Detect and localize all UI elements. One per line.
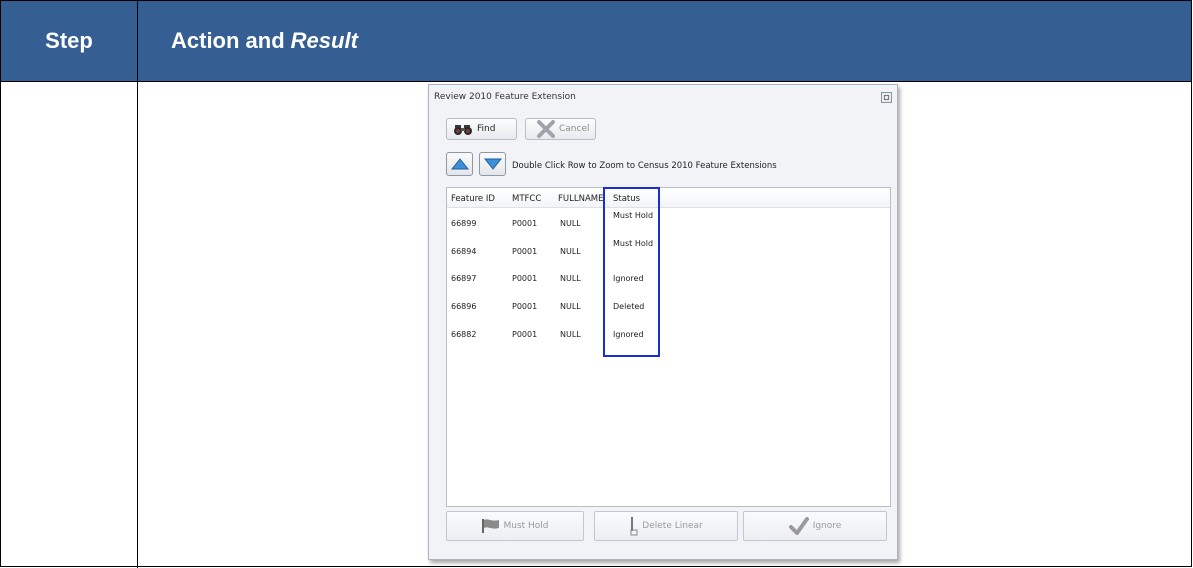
table-row[interactable]: 66896 P0001 NULL Deleted <box>447 293 890 321</box>
header-action-text: Action and <box>171 28 285 53</box>
delete-line-icon <box>630 517 638 536</box>
find-label: Find <box>477 124 496 134</box>
table-row[interactable]: 66894 P0001 NULL Must Hold <box>447 237 890 265</box>
x-icon <box>537 120 555 138</box>
must-hold-label: Must Hold <box>503 521 549 531</box>
fullname-cell: NULL <box>560 302 581 311</box>
header-divider <box>1 81 1191 82</box>
column-header-mtfcc[interactable]: MTFCC <box>512 194 541 204</box>
triangle-down-icon <box>483 158 502 170</box>
binoculars-icon <box>454 125 472 135</box>
table-header: Step Action and Result <box>1 1 1191 81</box>
delete-linear-button[interactable]: Delete Linear <box>594 511 738 541</box>
ignore-label: Ignore <box>812 521 842 531</box>
grid-header: Feature ID MTFCC FULLNAME Status <box>447 188 890 208</box>
checkmark-icon <box>788 517 809 535</box>
table-row[interactable]: 66897 P0001 NULL Ignored <box>447 265 890 293</box>
move-down-button[interactable] <box>479 152 506 176</box>
fullname-cell: NULL <box>560 274 581 283</box>
mtfcc-cell: P0001 <box>512 330 538 339</box>
mtfcc-cell: P0001 <box>512 247 538 256</box>
header-action: Action and Result <box>171 1 358 81</box>
ignore-button[interactable]: Ignore <box>743 511 887 541</box>
feature-id-cell: 66894 <box>451 247 477 256</box>
feature-id-cell: 66882 <box>451 330 477 339</box>
fullname-cell: NULL <box>560 219 581 228</box>
header-result-text: Result <box>290 28 358 53</box>
zoom-hint: Double Click Row to Zoom to Census 2010 … <box>512 161 777 171</box>
restore-icon[interactable] <box>881 92 892 103</box>
column-header-feature-id[interactable]: Feature ID <box>451 194 495 204</box>
review-feature-extension-dialog: Review 2010 Feature Extension Find Cance… <box>428 84 898 560</box>
mtfcc-cell: P0001 <box>512 219 538 228</box>
feature-id-cell: 66896 <box>451 302 477 311</box>
dialog-title: Review 2010 Feature Extension <box>434 92 576 102</box>
column-divider <box>137 81 138 568</box>
triangle-up-icon <box>450 158 469 170</box>
find-button[interactable]: Find <box>446 118 517 140</box>
feature-id-cell: 66899 <box>451 219 477 228</box>
feature-id-cell: 66897 <box>451 274 477 283</box>
flag-icon <box>482 519 500 533</box>
cancel-label: Cancel <box>559 124 590 134</box>
cancel-button[interactable]: Cancel <box>525 118 596 140</box>
feature-extension-grid[interactable]: Feature ID MTFCC FULLNAME Status 66899 P… <box>446 187 891 507</box>
header-step: Step <box>1 1 138 81</box>
column-header-fullname[interactable]: FULLNAME <box>558 194 603 204</box>
delete-linear-label: Delete Linear <box>642 521 703 531</box>
table-row[interactable]: 66882 P0001 NULL Ignored <box>447 321 890 349</box>
fullname-cell: NULL <box>560 247 581 256</box>
move-up-button[interactable] <box>446 152 473 176</box>
mtfcc-cell: P0001 <box>512 302 538 311</box>
status-column-highlight <box>603 187 660 357</box>
must-hold-button[interactable]: Must Hold <box>446 511 584 541</box>
mtfcc-cell: P0001 <box>512 274 538 283</box>
table-row[interactable]: 66899 P0001 NULL Must Hold <box>447 209 890 237</box>
fullname-cell: NULL <box>560 330 581 339</box>
